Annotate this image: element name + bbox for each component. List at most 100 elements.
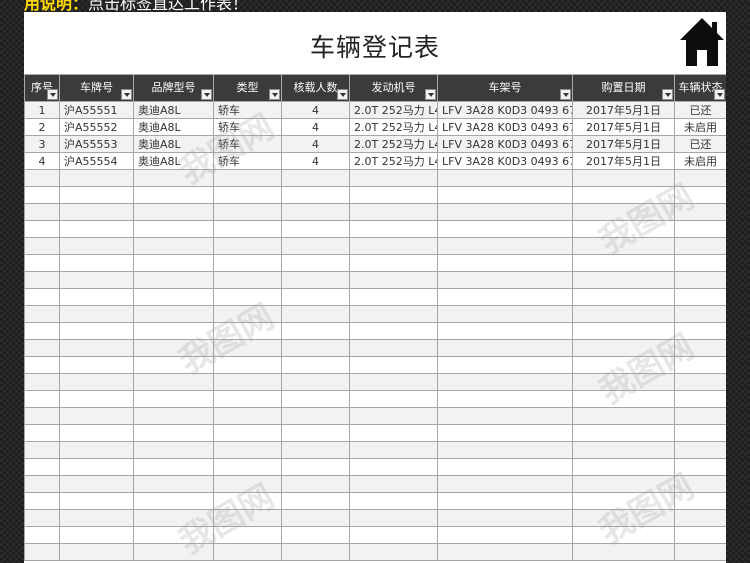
empty-cell[interactable] xyxy=(674,373,726,391)
empty-cell[interactable] xyxy=(349,288,438,306)
cell-type[interactable]: 轿车 xyxy=(213,135,282,153)
empty-cell[interactable] xyxy=(572,373,675,391)
empty-cell[interactable] xyxy=(572,458,675,476)
empty-cell[interactable] xyxy=(59,390,134,408)
empty-row[interactable] xyxy=(24,288,726,306)
empty-cell[interactable] xyxy=(59,271,134,289)
empty-cell[interactable] xyxy=(24,492,60,510)
empty-cell[interactable] xyxy=(349,356,438,374)
cell-status[interactable]: 已还 xyxy=(674,101,726,119)
empty-cell[interactable] xyxy=(437,237,573,255)
empty-cell[interactable] xyxy=(213,407,282,425)
empty-cell[interactable] xyxy=(674,237,726,255)
filter-dropdown-icon[interactable] xyxy=(662,89,673,100)
empty-row[interactable] xyxy=(24,407,726,425)
empty-cell[interactable] xyxy=(133,509,214,527)
empty-cell[interactable] xyxy=(59,441,134,459)
empty-cell[interactable] xyxy=(213,186,282,204)
empty-cell[interactable] xyxy=(349,526,438,544)
cell-brand[interactable]: 奥迪A8L xyxy=(133,135,214,153)
empty-cell[interactable] xyxy=(24,186,60,204)
empty-cell[interactable] xyxy=(572,271,675,289)
empty-cell[interactable] xyxy=(674,339,726,357)
empty-cell[interactable] xyxy=(349,220,438,238)
empty-cell[interactable] xyxy=(281,373,350,391)
cell-capacity[interactable]: 4 xyxy=(281,135,350,153)
empty-cell[interactable] xyxy=(24,254,60,272)
empty-cell[interactable] xyxy=(572,475,675,493)
empty-cell[interactable] xyxy=(572,237,675,255)
empty-cell[interactable] xyxy=(349,186,438,204)
empty-cell[interactable] xyxy=(281,424,350,442)
cell-status[interactable]: 未启用 xyxy=(674,118,726,136)
empty-cell[interactable] xyxy=(572,203,675,221)
empty-cell[interactable] xyxy=(572,424,675,442)
empty-cell[interactable] xyxy=(133,322,214,340)
empty-cell[interactable] xyxy=(674,186,726,204)
empty-cell[interactable] xyxy=(213,424,282,442)
empty-cell[interactable] xyxy=(24,305,60,323)
empty-cell[interactable] xyxy=(281,475,350,493)
empty-cell[interactable] xyxy=(437,356,573,374)
empty-row[interactable] xyxy=(24,203,726,221)
empty-cell[interactable] xyxy=(213,339,282,357)
filter-dropdown-icon[interactable] xyxy=(425,89,436,100)
empty-cell[interactable] xyxy=(437,526,573,544)
empty-cell[interactable] xyxy=(59,203,134,221)
empty-cell[interactable] xyxy=(59,339,134,357)
empty-cell[interactable] xyxy=(24,356,60,374)
empty-cell[interactable] xyxy=(674,288,726,306)
empty-row[interactable] xyxy=(24,492,726,510)
empty-cell[interactable] xyxy=(674,509,726,527)
cell-capacity[interactable]: 4 xyxy=(281,152,350,170)
empty-cell[interactable] xyxy=(349,492,438,510)
empty-cell[interactable] xyxy=(674,356,726,374)
cell-index[interactable]: 1 xyxy=(24,101,60,119)
empty-cell[interactable] xyxy=(213,492,282,510)
empty-cell[interactable] xyxy=(572,169,675,187)
empty-cell[interactable] xyxy=(674,424,726,442)
empty-cell[interactable] xyxy=(59,356,134,374)
cell-capacity[interactable]: 4 xyxy=(281,101,350,119)
empty-cell[interactable] xyxy=(24,373,60,391)
cell-type[interactable]: 轿车 xyxy=(213,101,282,119)
empty-cell[interactable] xyxy=(213,203,282,221)
empty-cell[interactable] xyxy=(281,203,350,221)
empty-cell[interactable] xyxy=(281,492,350,510)
filter-dropdown-icon[interactable] xyxy=(121,89,132,100)
empty-cell[interactable] xyxy=(349,509,438,527)
empty-cell[interactable] xyxy=(281,339,350,357)
cell-engine[interactable]: 2.0T 252马力 L4 xyxy=(349,152,438,170)
empty-row[interactable] xyxy=(24,373,726,391)
empty-cell[interactable] xyxy=(213,475,282,493)
empty-cell[interactable] xyxy=(133,339,214,357)
empty-cell[interactable] xyxy=(674,407,726,425)
empty-cell[interactable] xyxy=(281,271,350,289)
empty-cell[interactable] xyxy=(437,424,573,442)
empty-cell[interactable] xyxy=(674,390,726,408)
empty-cell[interactable] xyxy=(133,254,214,272)
empty-cell[interactable] xyxy=(59,288,134,306)
empty-row[interactable] xyxy=(24,169,726,187)
empty-cell[interactable] xyxy=(281,441,350,459)
empty-cell[interactable] xyxy=(349,543,438,561)
empty-row[interactable] xyxy=(24,475,726,493)
empty-row[interactable] xyxy=(24,237,726,255)
empty-cell[interactable] xyxy=(24,339,60,357)
empty-cell[interactable] xyxy=(281,237,350,255)
empty-cell[interactable] xyxy=(281,305,350,323)
empty-cell[interactable] xyxy=(133,305,214,323)
cell-purchase-date[interactable]: 2017年5月1日 xyxy=(572,152,675,170)
empty-cell[interactable] xyxy=(437,475,573,493)
empty-row[interactable] xyxy=(24,305,726,323)
empty-cell[interactable] xyxy=(349,424,438,442)
cell-plate[interactable]: 沪A55552 xyxy=(59,118,134,136)
empty-cell[interactable] xyxy=(24,390,60,408)
empty-cell[interactable] xyxy=(349,407,438,425)
empty-cell[interactable] xyxy=(437,373,573,391)
empty-cell[interactable] xyxy=(24,203,60,221)
empty-cell[interactable] xyxy=(133,526,214,544)
cell-index[interactable]: 3 xyxy=(24,135,60,153)
empty-cell[interactable] xyxy=(437,169,573,187)
empty-cell[interactable] xyxy=(349,169,438,187)
